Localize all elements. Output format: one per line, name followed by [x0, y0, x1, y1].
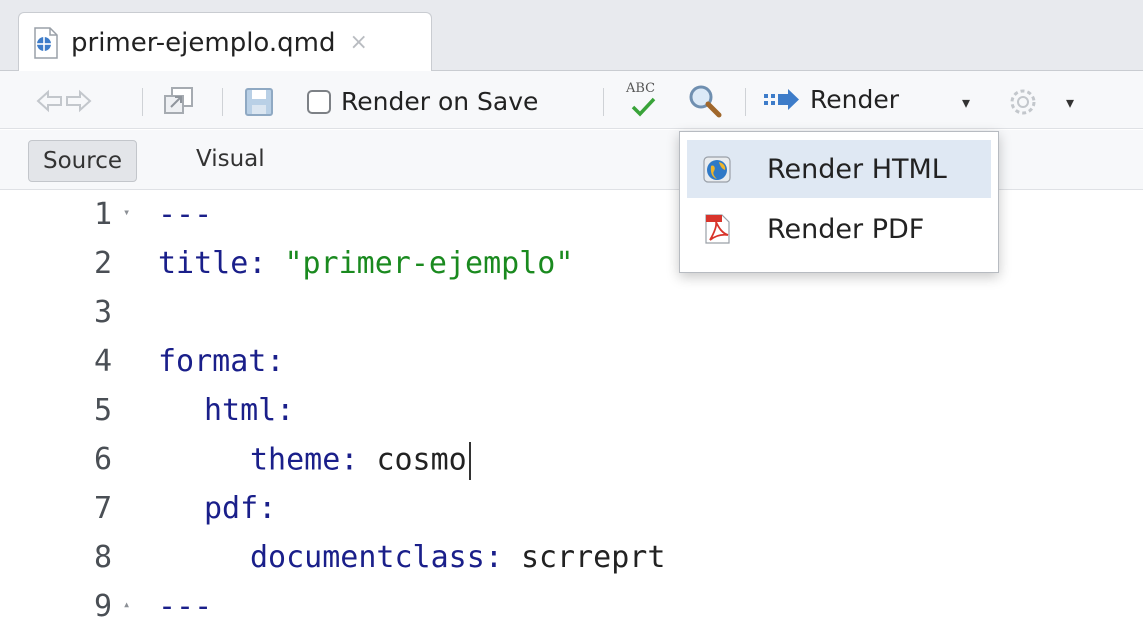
- yaml-delimiter: ---: [158, 589, 213, 624]
- line-number: 1: [93, 197, 112, 232]
- gear-icon[interactable]: [1006, 85, 1040, 119]
- line-number: 6: [93, 442, 112, 477]
- render-dropdown-chevron-icon[interactable]: ▾: [962, 93, 970, 112]
- close-tab-icon[interactable]: ×: [349, 30, 367, 55]
- render-on-save-checkbox[interactable]: Render on Save: [307, 87, 538, 116]
- code-text: html:: [204, 393, 294, 428]
- toolbar-separator: [603, 88, 604, 116]
- yaml-string-value: "primer-ejemplo": [284, 246, 574, 281]
- back-forward-icon[interactable]: [34, 87, 94, 115]
- yaml-colon: :: [248, 246, 285, 281]
- text-cursor: [468, 442, 471, 480]
- menu-item-render-html[interactable]: Render HTML: [687, 140, 991, 198]
- toolbar-separator: [142, 88, 143, 116]
- toolbar-separator: [745, 88, 746, 116]
- code-line: 8 documentclass: scrreprt: [0, 534, 1143, 582]
- code-line: 7 pdf:: [0, 485, 1143, 533]
- render-arrow-icon: [764, 88, 799, 110]
- toolbar-separator: [222, 88, 223, 116]
- globe-icon: [703, 156, 731, 183]
- code-text: ---: [158, 197, 212, 232]
- search-icon[interactable]: [687, 83, 723, 119]
- line-number: 4: [93, 344, 112, 379]
- code-line: 4 format:: [0, 338, 1143, 386]
- checkbox-box[interactable]: [307, 89, 331, 114]
- gear-dropdown-chevron-icon[interactable]: ▾: [1066, 93, 1074, 112]
- yaml-colon: :: [258, 491, 277, 526]
- tab-label: primer-ejemplo.qmd: [71, 27, 336, 58]
- code-text: theme: cosmo: [250, 442, 471, 480]
- yaml-colon: :: [484, 540, 521, 575]
- spellcheck-icon[interactable]: ABC: [622, 81, 666, 121]
- code-line: 9 ▴ ---: [0, 583, 1143, 629]
- line-number: 2: [93, 246, 112, 281]
- spellcheck-abc-text: ABC: [626, 81, 656, 96]
- render-dropdown-menu: Render HTML Render PDF: [679, 131, 999, 273]
- yaml-value: scrreprt: [520, 540, 666, 575]
- fold-expand-icon[interactable]: ▴: [123, 597, 130, 611]
- tab-primer-ejemplo[interactable]: primer-ejemplo.qmd ×: [18, 12, 432, 72]
- yaml-key: documentclass: [250, 540, 485, 575]
- code-text: ---: [158, 589, 212, 624]
- quarto-file-icon: [34, 26, 58, 59]
- menu-item-label: Render HTML: [767, 153, 947, 185]
- yaml-key: html: [204, 393, 277, 428]
- yaml-colon: :: [266, 344, 285, 379]
- line-number: 3: [93, 295, 112, 330]
- code-text: format:: [158, 344, 284, 379]
- yaml-key: pdf: [204, 491, 259, 526]
- code-line: 3: [0, 289, 1143, 337]
- menu-item-render-pdf[interactable]: Render PDF: [687, 200, 991, 258]
- editor-toolbar: Render on Save ABC Render ▾ ▾: [0, 71, 1143, 129]
- source-mode-button[interactable]: Source: [28, 140, 137, 182]
- save-icon[interactable]: [243, 86, 275, 118]
- line-number: 5: [93, 393, 112, 428]
- yaml-colon: :: [340, 442, 377, 478]
- visual-mode-button[interactable]: Visual: [182, 138, 279, 180]
- yaml-value: cosmo: [376, 442, 467, 478]
- line-number: 7: [93, 491, 112, 526]
- fold-collapse-icon[interactable]: ▾: [123, 205, 130, 219]
- render-label: Render: [810, 85, 900, 114]
- line-number: 9: [93, 589, 112, 624]
- code-line: 6 theme: cosmo: [0, 436, 1143, 484]
- tab-strip: primer-ejemplo.qmd ×: [0, 0, 1143, 72]
- render-on-save-label: Render on Save: [341, 87, 539, 116]
- show-in-new-window-icon[interactable]: [162, 85, 196, 117]
- code-text: pdf:: [204, 491, 276, 526]
- code-text: documentclass: scrreprt: [250, 540, 665, 575]
- code-line: 5 html:: [0, 387, 1143, 435]
- pdf-icon: [705, 214, 730, 244]
- render-button[interactable]: Render: [762, 85, 899, 114]
- menu-item-label: Render PDF: [767, 213, 925, 245]
- yaml-delimiter: ---: [158, 197, 213, 232]
- line-number: 8: [93, 540, 112, 575]
- yaml-key: theme: [250, 442, 341, 478]
- yaml-key: title: [158, 246, 249, 281]
- yaml-key: format: [158, 344, 267, 379]
- code-text: title: "primer-ejemplo": [158, 246, 573, 281]
- yaml-colon: :: [276, 393, 295, 428]
